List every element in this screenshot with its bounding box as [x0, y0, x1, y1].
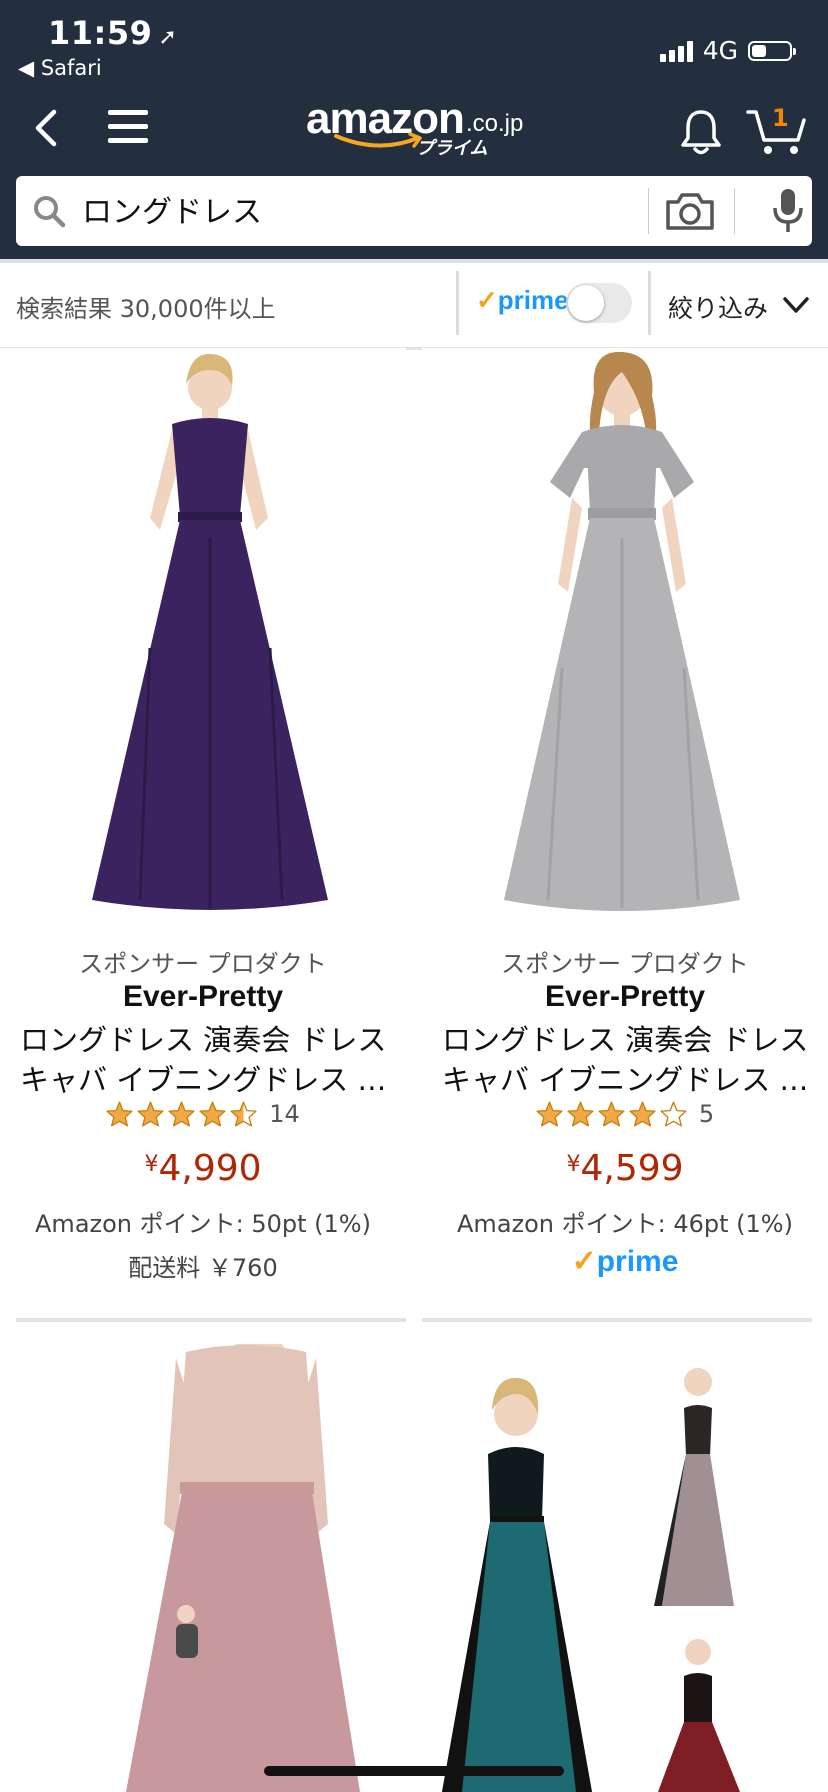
star-icon: [106, 1101, 133, 1127]
sponsored-label: スポンサー プロダクト: [501, 950, 749, 978]
status-time-text: 11:59: [48, 14, 153, 52]
app-header: 11:59 ➚ ◀ Safari 4G amazon .co.jp プライム 1: [0, 0, 828, 259]
product-title[interactable]: ロングドレス 演奏会 ドレス キャバ イブニングドレス …: [20, 1020, 400, 1100]
network-type: 4G: [702, 36, 738, 65]
microphone-icon[interactable]: [770, 186, 806, 236]
search-divider: [648, 188, 649, 234]
result-count: 検索結果 30,000件以上: [16, 295, 276, 323]
brand-name[interactable]: Ever-Pretty: [0, 980, 406, 1014]
results-toolbar: 検索結果 30,000件以上 ✓prime 絞り込み: [0, 259, 828, 350]
camera-icon[interactable]: [664, 190, 716, 232]
product-price: ¥4,990: [0, 1148, 406, 1189]
product-image[interactable]: [422, 348, 828, 926]
notification-bell-icon[interactable]: [678, 108, 724, 156]
product-title[interactable]: ロングドレス 演奏会 ドレス キャバ イブニングドレス …: [442, 1020, 822, 1100]
product-title-line[interactable]: キャバ イブニングドレス …: [442, 1060, 822, 1100]
star-icon: [137, 1101, 164, 1127]
price-value: 4,599: [580, 1148, 684, 1189]
review-count[interactable]: 5: [699, 1100, 714, 1128]
search-divider: [734, 188, 735, 234]
toggle-knob: [568, 285, 604, 321]
shipping-fee: 配送料 ￥760: [128, 1254, 278, 1282]
prime-label-text: prime: [497, 285, 569, 315]
amazon-logo[interactable]: amazon .co.jp プライム: [306, 94, 546, 159]
star-icon: [629, 1101, 656, 1127]
price-value: 4,990: [158, 1148, 262, 1189]
product-card[interactable]: スポンサー プロダクト Ever-Pretty ロングドレス 演奏会 ドレス キ…: [422, 348, 828, 1320]
brand-name[interactable]: Ever-Pretty: [422, 980, 828, 1014]
toolbar-divider: [456, 271, 459, 335]
filter-button[interactable]: 絞り込み: [668, 289, 768, 325]
status-indicators: 4G: [659, 36, 796, 65]
product-price: ¥4,599: [422, 1148, 828, 1189]
prime-badge-text: prime: [596, 1245, 679, 1278]
yen-symbol: ¥: [566, 1152, 581, 1177]
back-chevron-icon[interactable]: [30, 108, 70, 148]
scrolled-content-edge: [0, 259, 828, 263]
product-image[interactable]: [0, 1344, 406, 1792]
battery-icon: [748, 40, 796, 61]
cart-count-badge: 1: [772, 104, 789, 132]
toolbar-divider: [648, 271, 651, 335]
star-icon: [536, 1101, 563, 1127]
amazon-points: Amazon ポイント: 50pt (1%): [35, 1210, 371, 1238]
star-icon: [598, 1101, 625, 1127]
back-to-safari[interactable]: ◀ Safari: [18, 56, 102, 80]
product-title-line[interactable]: ロングドレス 演奏会 ドレス: [442, 1020, 822, 1060]
status-time: 11:59 ➚: [48, 14, 177, 52]
star-icon: [660, 1101, 687, 1127]
star-icon: [199, 1101, 226, 1127]
home-indicator[interactable]: [264, 1766, 564, 1776]
product-image[interactable]: [422, 1344, 828, 1792]
prime-check-icon: ✓: [571, 1245, 597, 1278]
prime-check-icon: ✓: [476, 285, 498, 315]
product-card[interactable]: スポンサー プロダクト Ever-Pretty ロングドレス 演奏会 ドレス キ…: [0, 348, 406, 1320]
prime-toggle[interactable]: [566, 283, 632, 323]
product-image[interactable]: [0, 348, 406, 926]
star-icon: [168, 1101, 195, 1127]
hamburger-menu-icon[interactable]: [108, 110, 148, 144]
cellular-signal-icon: [659, 40, 693, 62]
review-count[interactable]: 14: [269, 1100, 300, 1128]
star-rating[interactable]: 5: [422, 1100, 828, 1128]
amazon-points: Amazon ポイント: 46pt (1%): [457, 1210, 793, 1238]
search-bar[interactable]: [16, 176, 812, 246]
search-icon: [34, 196, 66, 228]
star-icon: [567, 1101, 594, 1127]
smile-arrow-icon: [334, 132, 422, 148]
star-icon: [230, 1101, 257, 1127]
search-input[interactable]: [80, 190, 644, 227]
sponsored-label: スポンサー プロダクト: [79, 950, 327, 978]
prime-badge: ✓prime: [422, 1244, 828, 1279]
card-divider: [16, 1318, 406, 1322]
product-title-line[interactable]: キャバ イブニングドレス …: [20, 1060, 400, 1100]
card-divider: [422, 1318, 812, 1322]
yen-symbol: ¥: [144, 1152, 159, 1177]
chevron-down-icon[interactable]: [782, 295, 810, 315]
location-arrow-icon: ➚: [158, 25, 178, 50]
logo-prime-sub: プライム: [416, 138, 488, 159]
star-rating[interactable]: 14: [0, 1100, 406, 1128]
prime-filter-label: ✓prime: [476, 285, 569, 316]
product-title-line[interactable]: ロングドレス 演奏会 ドレス: [20, 1020, 400, 1060]
